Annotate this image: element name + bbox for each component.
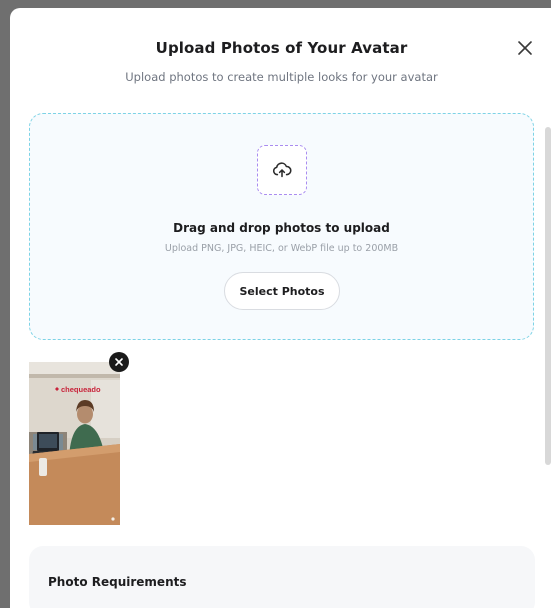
avatar-photo-image: chequeado <box>29 362 120 525</box>
remove-photo-button[interactable] <box>109 352 129 372</box>
dropzone-subtitle: Upload PNG, JPG, HEIC, or WebP file up t… <box>164 243 399 254</box>
close-icon <box>518 41 532 55</box>
scroll-up-arrow[interactable] <box>545 118 551 132</box>
modal-subtitle: Upload photos to create multiple looks f… <box>125 70 438 84</box>
photo-sign-text: chequeado <box>61 385 101 394</box>
scrollbar-thumb[interactable] <box>545 127 551 465</box>
requirements-title: Photo Requirements <box>48 575 187 589</box>
close-button[interactable] <box>515 38 535 58</box>
photo-thumbnail[interactable]: chequeado <box>29 362 120 525</box>
dropzone-title: Drag and drop photos to upload <box>173 221 390 235</box>
photo-dropzone[interactable]: Drag and drop photos to upload Upload PN… <box>29 113 534 340</box>
photo-requirements-panel: Photo Requirements <box>29 546 535 608</box>
upload-icon-box <box>257 145 307 195</box>
upload-avatar-modal: Upload Photos of Your Avatar Upload phot… <box>10 8 551 608</box>
modal-title: Upload Photos of Your Avatar <box>155 39 408 57</box>
cloud-upload-icon <box>272 162 292 178</box>
select-photos-button[interactable]: Select Photos <box>224 272 340 310</box>
remove-photo-icon <box>115 358 123 366</box>
